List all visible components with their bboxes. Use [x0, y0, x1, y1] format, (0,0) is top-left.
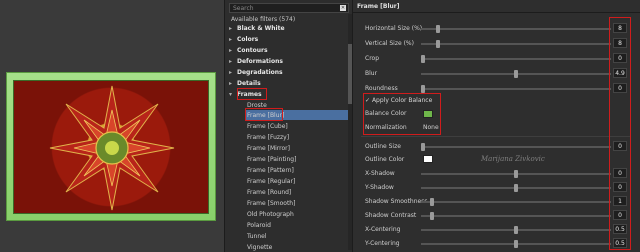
slider-knob[interactable] [514, 184, 518, 192]
section-divider [361, 136, 631, 137]
shadow-contrast-slider[interactable] [421, 212, 611, 220]
blur-slider[interactable] [421, 70, 611, 78]
crop-slider[interactable] [421, 55, 611, 63]
vertical-size-slider[interactable] [421, 40, 611, 48]
normalization-label: Normalization [365, 124, 407, 131]
y-centering-label: Y-Centering [365, 240, 400, 247]
outline-color-swatch[interactable] [423, 155, 433, 163]
apply-color-balance-checkbox[interactable]: ✓ Apply Color Balance [365, 97, 432, 104]
filter-frame-regular[interactable]: Frame [Regular] [247, 178, 295, 185]
balance-color-swatch[interactable] [423, 110, 433, 118]
horizontal-size-label: Horizontal Size (%) [365, 25, 423, 32]
crop-label: Crop [365, 55, 380, 62]
parameters-panel: Frame [Blur] Horizontal Size (%) 8 Vertica… [352, 0, 640, 252]
x-centering-label: X-Centering [365, 226, 401, 233]
slider-knob[interactable] [514, 240, 518, 248]
shadow-smoothness-slider[interactable] [421, 198, 611, 206]
apply-color-balance-label: Apply Color Balance [371, 97, 433, 104]
y-shadow-slider[interactable] [421, 184, 611, 192]
filter-tunnel[interactable]: Tunnel [247, 233, 267, 240]
shadow-contrast-label: Shadow Contrast [365, 212, 417, 219]
outline-size-label: Outline Size [365, 143, 401, 150]
search-placeholder: Search [233, 5, 254, 12]
slider-knob[interactable] [514, 70, 518, 78]
check-icon: ✓ [365, 97, 371, 104]
watermark-signature: Marijana Zivkovic [481, 155, 545, 163]
preview-image [6, 72, 216, 221]
slider-knob[interactable] [430, 198, 434, 206]
filter-polaroid[interactable]: Polaroid [247, 222, 271, 229]
frames-highlight [237, 88, 267, 100]
outline-size-slider[interactable] [421, 143, 611, 151]
slider-knob[interactable] [436, 40, 440, 48]
preview-panel [0, 0, 224, 252]
filter-vignette[interactable]: Vignette [247, 244, 272, 251]
slider-knob[interactable] [514, 226, 518, 234]
shadow-smoothness-label: Shadow Smoothness [365, 198, 428, 205]
x-centering-slider[interactable] [421, 226, 611, 234]
horizontal-size-slider[interactable] [421, 25, 611, 33]
filter-title: Frame [Blur] [357, 3, 400, 10]
header-divider [353, 12, 640, 13]
slider-knob[interactable] [421, 143, 425, 151]
kaleidoscope-artwork [13, 80, 209, 214]
x-shadow-slider[interactable] [421, 170, 611, 178]
star-ornament [49, 85, 175, 211]
y-centering-slider[interactable] [421, 240, 611, 248]
frame-blur-highlight [245, 108, 283, 121]
available-filters-count: Available filters (574) [231, 16, 296, 23]
category-deformations[interactable]: ▸ Deformations [229, 58, 283, 65]
balance-color-label: Balance Color [365, 110, 407, 117]
slider-knob[interactable] [421, 85, 425, 93]
filter-frame-smooth[interactable]: Frame [Smooth] [247, 200, 295, 207]
filter-frame-pattern[interactable]: Frame [Pattern] [247, 167, 294, 174]
filter-frame-fuzzy[interactable]: Frame [Fuzzy] [247, 134, 289, 141]
outline-color-label: Outline Color [365, 156, 405, 163]
y-shadow-label: Y-Shadow [365, 184, 394, 191]
filter-frame-mirror[interactable]: Frame [Mirror] [247, 145, 290, 152]
filter-frame-round[interactable]: Frame [Round] [247, 189, 291, 196]
values-highlight [609, 17, 631, 250]
category-black-white[interactable]: ▸ Black & White [229, 25, 285, 32]
roundness-slider[interactable] [421, 85, 611, 93]
slider-knob[interactable] [514, 170, 518, 178]
search-input[interactable]: Search ✕ [229, 3, 349, 13]
filter-frame-painting[interactable]: Frame [Painting] [247, 156, 296, 163]
normalization-select[interactable]: None [423, 124, 439, 131]
filter-list-panel: Search ✕ Available filters (574) ▸ Black … [224, 0, 352, 252]
slider-knob[interactable] [436, 25, 440, 33]
roundness-label: Roundness [365, 85, 398, 92]
category-contours[interactable]: ▸ Contours [229, 47, 268, 54]
filter-old-photograph[interactable]: Old Photograph [247, 211, 294, 218]
blur-label: Blur [365, 70, 378, 77]
slider-knob[interactable] [430, 212, 434, 220]
x-shadow-label: X-Shadow [365, 170, 395, 177]
filter-frame-cube[interactable]: Frame [Cube] [247, 123, 288, 130]
category-colors[interactable]: ▸ Colors [229, 36, 258, 43]
category-degradations[interactable]: ▸ Degradations [229, 69, 283, 76]
clear-search-icon[interactable]: ✕ [340, 5, 346, 11]
slider-knob[interactable] [421, 55, 425, 63]
vertical-size-label: Vertical Size (%) [365, 40, 414, 47]
category-details[interactable]: ▸ Details [229, 80, 261, 87]
